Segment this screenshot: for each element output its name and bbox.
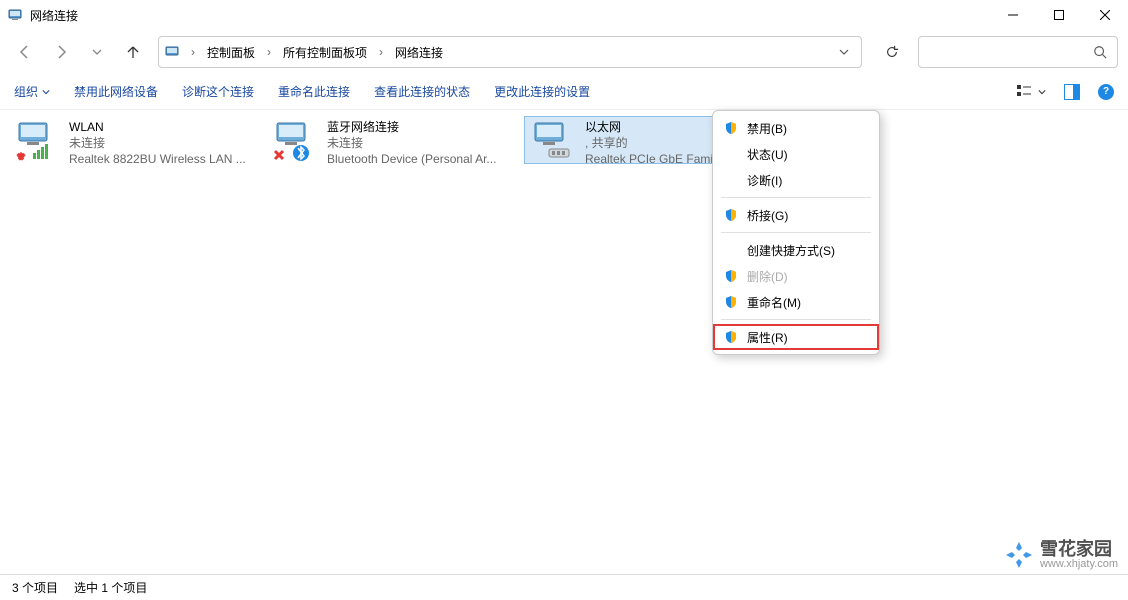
disable-device-button[interactable]: 禁用此网络设备: [74, 83, 158, 100]
change-settings-button[interactable]: 更改此连接的设置: [494, 83, 590, 100]
separator: [721, 197, 871, 198]
shield-icon: [723, 268, 739, 284]
shield-icon: [723, 329, 739, 345]
app-icon: [8, 7, 24, 23]
status-bar: 3 个项目 选中 1 个项目: [0, 574, 1128, 600]
ctx-bridge[interactable]: 桥接(G): [713, 202, 879, 228]
up-button[interactable]: [118, 37, 148, 67]
breadcrumb-all-items[interactable]: 所有控制面板项: [281, 44, 369, 61]
ctx-rename[interactable]: 重命名(M): [713, 289, 879, 315]
ctx-delete: 删除(D): [713, 263, 879, 289]
ctx-diagnose[interactable]: 诊断(I): [713, 167, 879, 193]
chevron-down-icon: [42, 88, 50, 96]
status-item-count: 3 个项目: [12, 579, 58, 596]
search-icon: [1093, 45, 1107, 59]
diagnose-button[interactable]: 诊断这个连接: [182, 83, 254, 100]
shield-icon: [723, 207, 739, 223]
ethernet-icon: [529, 119, 577, 161]
breadcrumb-sep: [263, 45, 275, 59]
connection-status: , 共享的: [585, 135, 726, 151]
connection-name: 蓝牙网络连接: [327, 119, 496, 135]
connection-item-bluetooth[interactable]: 蓝牙网络连接 未连接 Bluetooth Device (Personal Ar…: [266, 116, 516, 164]
watermark-url: www.xhjaty.com: [1040, 558, 1118, 570]
forward-button[interactable]: [46, 37, 76, 67]
bluetooth-icon: [271, 119, 319, 161]
ctx-status[interactable]: 状态(U): [713, 141, 879, 167]
ctx-shortcut[interactable]: 创建快捷方式(S): [713, 237, 879, 263]
help-icon[interactable]: ?: [1098, 84, 1114, 100]
connection-item-wlan[interactable]: WLAN 未连接 Realtek 8822BU Wireless LAN ...: [8, 116, 258, 164]
recent-button[interactable]: [82, 37, 112, 67]
shield-icon: [723, 294, 739, 310]
maximize-button[interactable]: [1036, 0, 1082, 30]
watermark-logo-icon: [1004, 540, 1034, 570]
connection-status: 未连接: [327, 135, 496, 151]
address-dropdown-icon[interactable]: [839, 47, 849, 57]
view-status-button[interactable]: 查看此连接的状态: [374, 83, 470, 100]
organize-menu[interactable]: 组织: [14, 83, 50, 100]
chevron-down-icon[interactable]: [1038, 88, 1046, 96]
refresh-button[interactable]: [872, 36, 912, 68]
connection-name: WLAN: [69, 119, 246, 135]
shield-icon: [723, 120, 739, 136]
status-selected-count: 选中 1 个项目: [74, 579, 147, 596]
address-bar[interactable]: 控制面板 所有控制面板项 网络连接: [158, 36, 862, 68]
ctx-disable[interactable]: 禁用(B): [713, 115, 879, 141]
breadcrumb-sep: [375, 45, 387, 59]
breadcrumb-sep: [187, 45, 199, 59]
connection-device: Realtek 8822BU Wireless LAN ...: [69, 151, 246, 167]
minimize-button[interactable]: [990, 0, 1036, 30]
close-button[interactable]: [1082, 0, 1128, 30]
connection-device: Bluetooth Device (Personal Ar...: [327, 151, 496, 167]
rename-button[interactable]: 重命名此连接: [278, 83, 350, 100]
wlan-icon: [13, 119, 61, 161]
separator: [721, 232, 871, 233]
watermark: 雪花家园 www.xhjaty.com: [1004, 540, 1118, 570]
content-area: WLAN 未连接 Realtek 8822BU Wireless LAN ...…: [0, 110, 1128, 574]
watermark-name: 雪花家园: [1040, 540, 1118, 558]
connection-device: Realtek PCIe GbE Famil...: [585, 151, 726, 167]
separator: [721, 319, 871, 320]
back-button[interactable]: [10, 37, 40, 67]
title-bar: 网络连接: [0, 0, 1128, 30]
connection-status: 未连接: [69, 135, 246, 151]
window-title: 网络连接: [30, 7, 78, 24]
search-box[interactable]: [918, 36, 1118, 68]
connection-name: 以太网: [585, 119, 726, 135]
ctx-properties[interactable]: 属性(R): [713, 324, 879, 350]
preview-pane-icon[interactable]: [1064, 84, 1080, 100]
command-bar: 组织 禁用此网络设备 诊断这个连接 重命名此连接 查看此连接的状态 更改此连接的…: [0, 74, 1128, 110]
context-menu: 禁用(B) 状态(U) 诊断(I) 桥接(G) 创建快捷方式(S) 删除(D) …: [712, 110, 880, 355]
breadcrumb-network-connections[interactable]: 网络连接: [393, 44, 445, 61]
address-icon: [165, 44, 181, 60]
nav-bar: 控制面板 所有控制面板项 网络连接: [0, 30, 1128, 74]
view-tiles-icon[interactable]: [1016, 84, 1032, 100]
breadcrumb-control-panel[interactable]: 控制面板: [205, 44, 257, 61]
